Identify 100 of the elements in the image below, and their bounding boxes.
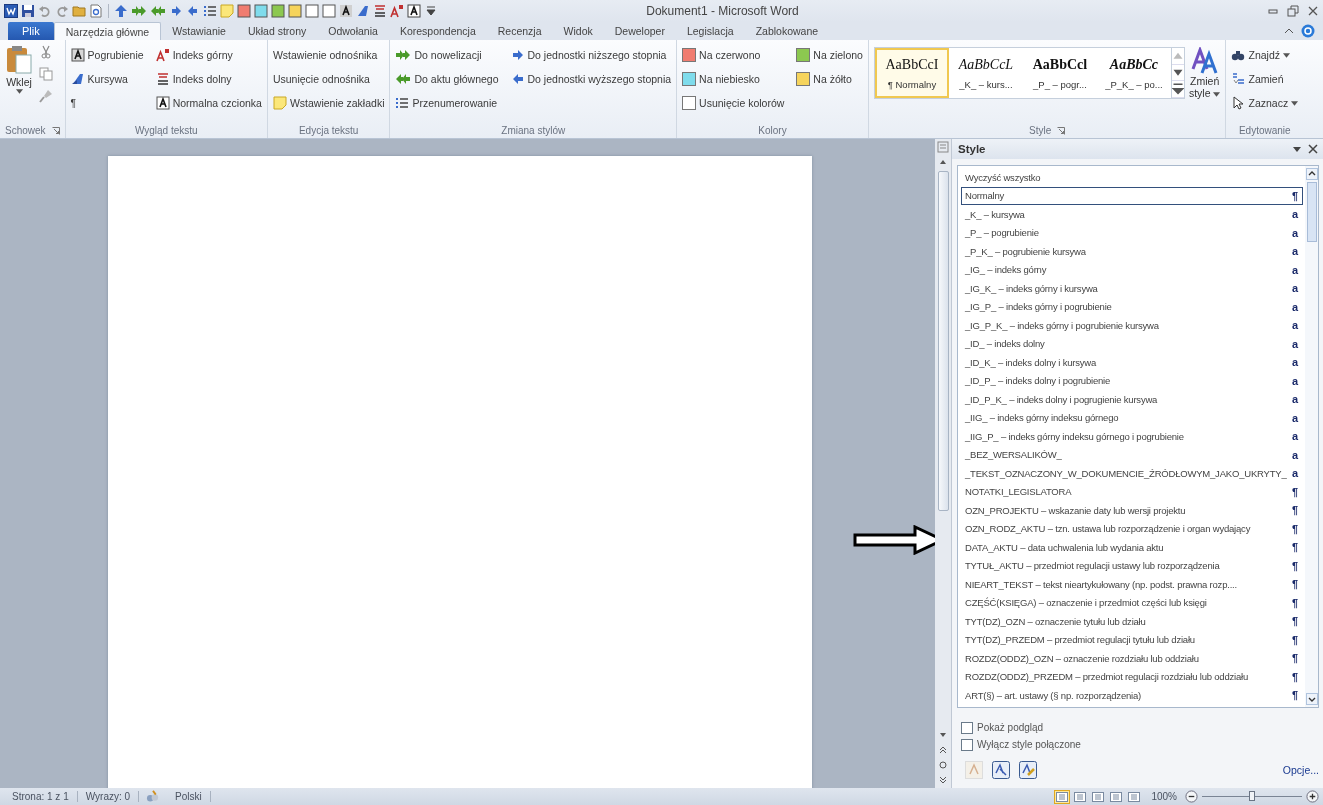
ribbon-button[interactable]: ¶: [70, 97, 144, 109]
style-gallery-item[interactable]: AaBbCcL _K_ – kurs...: [948, 48, 1023, 98]
ribbon-button[interactable]: Przenumerowanie: [395, 96, 499, 110]
ribbon-button[interactable]: Normalna czcionka: [155, 96, 262, 110]
options-link[interactable]: Opcje...: [1282, 763, 1319, 776]
ribbon-button[interactable]: Do jednostki niższego stopnia: [510, 48, 672, 62]
word-count[interactable]: Wyrazy: 0: [77, 791, 140, 802]
previous-page-icon[interactable]: [937, 744, 949, 756]
ribbon-button[interactable]: Do jednostki wyższego stopnia: [510, 72, 672, 86]
color-square-icon[interactable]: [288, 4, 302, 18]
style-item[interactable]: _BEZ_WERSALIKÓW_ a: [961, 445, 1303, 464]
save-icon[interactable]: [21, 4, 35, 18]
style-item[interactable]: DATA_AKTU – data uchwalenia lub wydania aktu ¶: [961, 538, 1303, 557]
style-item[interactable]: NOTATKI_LEGISLATORA ¶: [961, 482, 1303, 501]
scroll-down-icon[interactable]: [1305, 692, 1318, 705]
color-square-icon[interactable]: [271, 4, 285, 18]
color-button[interactable]: Na zielono: [796, 48, 863, 62]
checkbox-box[interactable]: [961, 738, 973, 751]
color-button[interactable]: Na czerwono: [682, 48, 785, 62]
checkbox[interactable]: Pokaż podgląd: [961, 721, 1319, 734]
zoom-slider-thumb[interactable]: [1249, 791, 1255, 801]
style-item[interactable]: _IG_K_ – indeks górny i kursywa a: [961, 279, 1303, 298]
view-mode-icon[interactable]: [1109, 790, 1124, 803]
style-item[interactable]: _ID_P_K_ – indeks dolny i pogrugienie kursywa a: [961, 390, 1303, 409]
superscript-icon[interactable]: [390, 4, 404, 18]
scrollbar-thumb[interactable]: [1306, 182, 1317, 242]
zoom-in-icon[interactable]: [1306, 790, 1319, 803]
zoom-out-icon[interactable]: [1185, 790, 1198, 803]
ribbon-button[interactable]: Pogrubienie: [70, 48, 144, 62]
dialog-launcher-icon[interactable]: [1057, 126, 1066, 135]
paste-button[interactable]: Wklej: [5, 43, 33, 123]
more-icon[interactable]: [1171, 81, 1184, 98]
color-square-icon[interactable]: [322, 4, 336, 18]
style-item[interactable]: OZN_RODZ_AKTU – tzn. ustawa lub rozporządzenie i organ wydający ¶: [961, 519, 1303, 538]
style-item[interactable]: _P_K_ – pogrubienie kursywa a: [961, 242, 1303, 261]
arrow-up-icon[interactable]: [114, 4, 128, 18]
style-item[interactable]: _IG_ – indeks górny a: [961, 260, 1303, 279]
zoom-level[interactable]: 100%: [1151, 791, 1177, 802]
browse-object-icon[interactable]: [937, 759, 949, 771]
word-logo-icon[interactable]: [4, 4, 18, 18]
list-icon[interactable]: [203, 4, 217, 18]
style-item[interactable]: TYT(DZ)_PRZEDM – przedmiot regulacji tytułu lub działu ¶: [961, 630, 1303, 649]
ribbon-tab[interactable]: Deweloper: [603, 22, 676, 40]
ribbon-button[interactable]: Zaznacz: [1231, 96, 1299, 110]
view-mode-icon[interactable]: [1055, 790, 1070, 803]
style-item[interactable]: ROZDZ(ODDZ)_PRZEDM – przedmiot regulacji rozdziału lub oddziału ¶: [961, 667, 1303, 686]
style-item[interactable]: ROZDZ(ODDZ)_OZN – oznaczenie rozdziału lub oddziału ¶: [961, 649, 1303, 668]
ribbon-button[interactable]: Indeks dolny: [155, 72, 262, 86]
arrow-left-icon[interactable]: [186, 4, 200, 18]
close-icon[interactable]: [1307, 5, 1319, 17]
style-item[interactable]: _ID_P_ – indeks dolny i pogrubienie a: [961, 371, 1303, 390]
style-gallery-item[interactable]: AaBbCcI ¶ Normalny: [874, 48, 949, 98]
page-count[interactable]: Strona: 1 z 1: [4, 791, 78, 802]
restore-icon[interactable]: [1287, 5, 1299, 17]
print-preview-icon[interactable]: [89, 4, 103, 18]
style-inspector-icon[interactable]: [992, 760, 1010, 779]
close-icon[interactable]: [1307, 143, 1319, 155]
ribbon-button[interactable]: Znajdź: [1231, 48, 1299, 62]
ribbon-button[interactable]: Do nowelizacji: [395, 48, 499, 62]
scrollbar-thumb[interactable]: [937, 171, 949, 511]
style-item[interactable]: Wyczyść wszystko: [961, 168, 1303, 187]
manage-styles-icon[interactable]: [1019, 760, 1037, 779]
next-page-icon[interactable]: [937, 774, 949, 786]
ribbon-tab[interactable]: Odwołania: [317, 22, 389, 40]
bold-letter-icon[interactable]: [339, 4, 353, 18]
ribbon-tab[interactable]: Widok: [552, 22, 604, 40]
help-icon[interactable]: [1301, 24, 1315, 38]
arrow-right-icon[interactable]: [169, 4, 183, 18]
brush-icon[interactable]: [39, 89, 53, 103]
scroll-up-icon[interactable]: [1305, 168, 1318, 180]
view-mode-icon[interactable]: [1073, 790, 1088, 803]
checkbox[interactable]: Wyłącz style połączone: [961, 738, 1319, 751]
ribbon-button[interactable]: Wstawienie odnośnika: [272, 49, 385, 61]
style-item[interactable]: ART(§) – art. ustawy (§ np. rozporządzenia) ¶: [961, 686, 1303, 705]
ruler-toggle-icon[interactable]: [937, 141, 949, 153]
ribbon-button[interactable]: Kursywa: [70, 72, 144, 86]
ribbon-button[interactable]: Do aktu głównego: [395, 72, 499, 86]
color-button[interactable]: Na żółto: [796, 72, 863, 86]
color-button[interactable]: Na niebiesko: [682, 72, 785, 86]
style-item[interactable]: TYTUŁ_AKTU – przedmiot regulacji ustawy lub rozporządzenia ¶: [961, 556, 1303, 575]
style-item[interactable]: TYT(DZ)_OZN – oznaczenie tytułu lub działu ¶: [961, 612, 1303, 631]
ribbon-tab[interactable]: Wstawianie: [161, 22, 237, 40]
style-gallery-item[interactable]: AaBbCcl _P_ – pogr...: [1022, 48, 1097, 98]
double-arrow-right-icon[interactable]: [131, 4, 147, 18]
style-gallery-item[interactable]: AaBbCc _P_K_ – po...: [1096, 48, 1171, 98]
color-button[interactable]: Usunięcie kolorów: [682, 96, 785, 110]
view-mode-icon[interactable]: [1091, 790, 1106, 803]
style-item[interactable]: _ID_ – indeks dolny a: [961, 334, 1303, 353]
ribbon-button[interactable]: Indeks górny: [155, 48, 262, 62]
style-item[interactable]: _P_ – pogrubienie a: [961, 223, 1303, 242]
view-mode-icon[interactable]: [1127, 790, 1142, 803]
letter-box-icon[interactable]: [407, 4, 421, 18]
folder-icon[interactable]: [72, 4, 86, 18]
language-indicator[interactable]: Polski: [167, 791, 211, 802]
style-item[interactable]: OZN_PROJEKTU – wskazanie daty lub wersji projektu ¶: [961, 501, 1303, 520]
scissors-icon[interactable]: [39, 45, 53, 59]
file-tab[interactable]: Plik: [8, 22, 54, 40]
style-item[interactable]: NIEART_TEKST – tekst nieartykułowany (np. podst. prawna rozp.... ¶: [961, 575, 1303, 594]
redo-icon[interactable]: [55, 4, 69, 18]
change-styles-button[interactable]: Zmień style: [1188, 47, 1221, 123]
